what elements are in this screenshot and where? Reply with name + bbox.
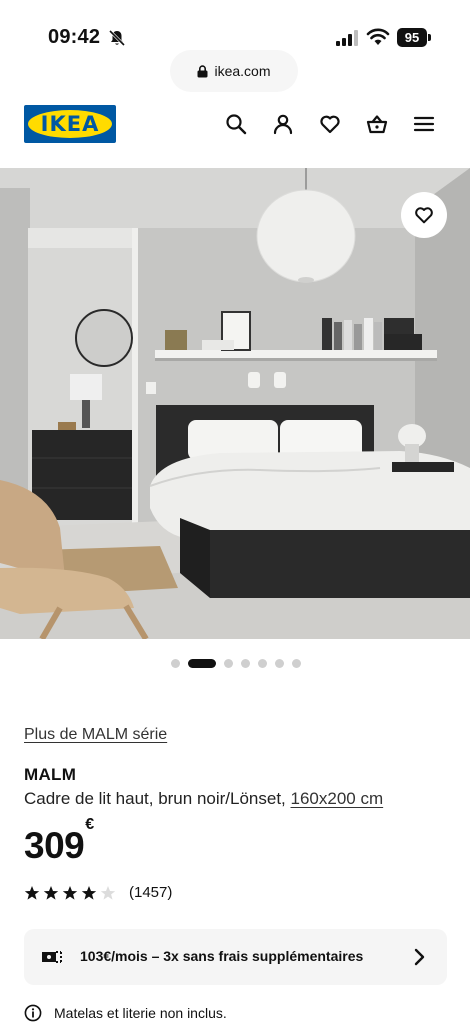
product-description: Cadre de lit haut, brun noir/Lönset, 160… — [24, 789, 383, 809]
product-rating[interactable]: (1457) — [24, 884, 172, 901]
product-note: Matelas et literie non inclus. — [24, 1004, 227, 1022]
review-count: (1457) — [129, 884, 173, 901]
series-link[interactable]: Plus de MALM série — [24, 726, 167, 744]
product-price: 309€ — [24, 816, 94, 867]
logo-text: IKEA — [40, 112, 100, 136]
installment-icon — [42, 951, 62, 963]
gallery-dot[interactable] — [171, 658, 180, 668]
site-header: IKEA — [0, 100, 470, 148]
cart-icon[interactable] — [365, 112, 389, 136]
search-icon[interactable] — [224, 112, 248, 136]
battery-indicator: 95 — [397, 28, 427, 47]
installment-payment-banner[interactable]: 103€/mois – 3x sans frais supplémentaire… — [24, 929, 447, 985]
account-icon[interactable] — [271, 112, 295, 136]
gallery-dot[interactable] — [258, 658, 267, 668]
lock-icon — [197, 64, 208, 77]
info-icon — [24, 1004, 42, 1022]
add-to-favourites-button[interactable] — [401, 192, 447, 238]
url-text: ikea.com — [214, 63, 271, 79]
star-filled-icon — [81, 885, 97, 900]
gallery-dot[interactable] — [188, 658, 216, 668]
silent-bell-icon — [108, 29, 126, 47]
gallery-dot[interactable] — [292, 658, 301, 668]
price-currency: € — [85, 815, 94, 833]
bedroom-scene-image — [0, 168, 470, 639]
url-bar[interactable]: ikea.com — [170, 50, 298, 92]
product-image-gallery[interactable] — [0, 168, 470, 639]
favourites-icon[interactable] — [318, 112, 342, 136]
star-filled-icon — [24, 885, 40, 900]
gallery-pagination[interactable] — [0, 657, 470, 669]
product-name: MALM — [24, 765, 77, 784]
gallery-dot[interactable] — [241, 658, 250, 668]
chevron-right-icon — [414, 948, 425, 966]
price-value: 309 — [24, 825, 85, 866]
ikea-logo[interactable]: IKEA — [24, 105, 116, 143]
status-time: 09:42 — [48, 26, 101, 48]
heart-icon — [415, 207, 433, 224]
star-empty-icon — [100, 885, 116, 900]
size-link[interactable]: 160x200 cm — [291, 789, 384, 808]
wifi-icon — [366, 28, 390, 45]
rating-stars — [24, 885, 116, 901]
product-description-text: Cadre de lit haut, brun noir/Lönset, — [24, 789, 286, 808]
menu-icon[interactable] — [412, 112, 436, 136]
gallery-dot[interactable] — [275, 658, 284, 668]
gallery-dot[interactable] — [224, 658, 233, 668]
star-filled-icon — [62, 885, 78, 900]
note-text: Matelas et literie non inclus. — [54, 1005, 227, 1021]
installment-text: 103€/mois – 3x sans frais supplémentaire… — [80, 948, 364, 964]
battery-tip — [428, 34, 431, 41]
star-filled-icon — [43, 885, 59, 900]
signal-icon — [336, 30, 358, 46]
